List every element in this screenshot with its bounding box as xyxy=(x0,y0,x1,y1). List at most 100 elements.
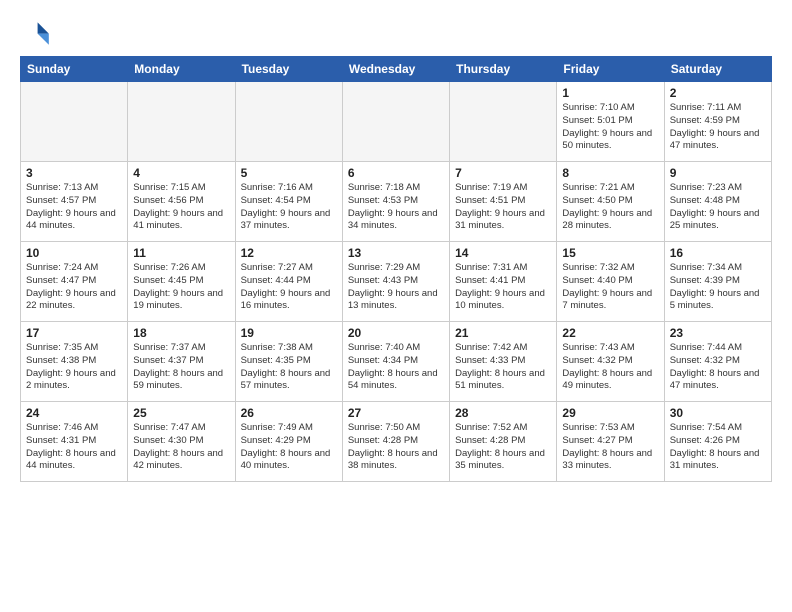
day-number: 28 xyxy=(455,406,551,420)
day-number: 29 xyxy=(562,406,658,420)
weekday-header: Monday xyxy=(128,57,235,82)
day-number: 6 xyxy=(348,166,444,180)
day-info: Sunrise: 7:42 AM Sunset: 4:33 PM Dayligh… xyxy=(455,342,551,393)
day-info: Sunrise: 7:43 AM Sunset: 4:32 PM Dayligh… xyxy=(562,342,658,393)
day-number: 16 xyxy=(670,246,766,260)
day-number: 22 xyxy=(562,326,658,340)
calendar-cell: 20Sunrise: 7:40 AM Sunset: 4:34 PM Dayli… xyxy=(342,322,449,402)
day-number: 27 xyxy=(348,406,444,420)
day-number: 13 xyxy=(348,246,444,260)
calendar-cell: 14 Sunrise: 7:31 AM Sunset: 4:41 PM Dayli… xyxy=(450,242,557,322)
day-number: 4 xyxy=(133,166,229,180)
calendar-week-row: 17 Sunrise: 7:35 AM Sunset: 4:38 PM Dayli… xyxy=(21,322,772,402)
day-info: Sunrise: 7:44 AM Sunset: 4:32 PM Dayligh… xyxy=(670,342,766,393)
calendar-week-row: 1Sunrise: 7:10 AM Sunset: 5:01 PM Daylig… xyxy=(21,82,772,162)
logo-icon xyxy=(20,16,52,48)
day-info: Sunrise: 7:23 AM Sunset: 4:48 PM Dayligh… xyxy=(670,182,766,233)
day-info: Sunrise: 7:29 AM Sunset: 4:43 PM Dayligh… xyxy=(348,262,444,313)
day-info: Sunrise: 7:35 AM Sunset: 4:38 PM Dayligh… xyxy=(26,342,122,393)
calendar-cell: 27 Sunrise: 7:50 AM Sunset: 4:28 PM Dayli… xyxy=(342,402,449,482)
day-number: 5 xyxy=(241,166,337,180)
calendar-cell: 25 Sunrise: 7:47 AM Sunset: 4:30 PM Dayli… xyxy=(128,402,235,482)
day-number: 17 xyxy=(26,326,122,340)
day-number: 1 xyxy=(562,86,658,100)
day-number: 11 xyxy=(133,246,229,260)
day-info: Sunrise: 7:37 AM Sunset: 4:37 PM Dayligh… xyxy=(133,342,229,393)
day-info: Sunrise: 7:49 AM Sunset: 4:29 PM Dayligh… xyxy=(241,422,337,473)
calendar-week-row: 24Sunrise: 7:46 AM Sunset: 4:31 PM Dayli… xyxy=(21,402,772,482)
day-number: 23 xyxy=(670,326,766,340)
day-info: Sunrise: 7:47 AM Sunset: 4:30 PM Dayligh… xyxy=(133,422,229,473)
calendar-cell: 11 Sunrise: 7:26 AM Sunset: 4:45 PM Dayli… xyxy=(128,242,235,322)
calendar-cell: 18 Sunrise: 7:37 AM Sunset: 4:37 PM Dayli… xyxy=(128,322,235,402)
calendar-week-row: 3 Sunrise: 7:13 AM Sunset: 4:57 PM Daylig… xyxy=(21,162,772,242)
day-info: Sunrise: 7:40 AM Sunset: 4:34 PM Dayligh… xyxy=(348,342,444,393)
logo xyxy=(20,16,56,48)
calendar-cell: 10 Sunrise: 7:24 AM Sunset: 4:47 PM Dayli… xyxy=(21,242,128,322)
weekday-header: Friday xyxy=(557,57,664,82)
calendar-cell: 30Sunrise: 7:54 AM Sunset: 4:26 PM Dayli… xyxy=(664,402,771,482)
day-info: Sunrise: 7:16 AM Sunset: 4:54 PM Dayligh… xyxy=(241,182,337,233)
day-info: Sunrise: 7:53 AM Sunset: 4:27 PM Dayligh… xyxy=(562,422,658,473)
day-info: Sunrise: 7:24 AM Sunset: 4:47 PM Dayligh… xyxy=(26,262,122,313)
calendar-cell: 8 Sunrise: 7:21 AM Sunset: 4:50 PM Daylig… xyxy=(557,162,664,242)
day-number: 18 xyxy=(133,326,229,340)
calendar-cell xyxy=(235,82,342,162)
day-number: 9 xyxy=(670,166,766,180)
calendar-cell: 5 Sunrise: 7:16 AM Sunset: 4:54 PM Daylig… xyxy=(235,162,342,242)
calendar-cell: 3 Sunrise: 7:13 AM Sunset: 4:57 PM Daylig… xyxy=(21,162,128,242)
weekday-header: Sunday xyxy=(21,57,128,82)
calendar: SundayMondayTuesdayWednesdayThursdayFrid… xyxy=(20,56,772,482)
calendar-cell: 16 Sunrise: 7:34 AM Sunset: 4:39 PM Dayli… xyxy=(664,242,771,322)
weekday-header: Thursday xyxy=(450,57,557,82)
calendar-week-row: 10 Sunrise: 7:24 AM Sunset: 4:47 PM Dayli… xyxy=(21,242,772,322)
day-number: 10 xyxy=(26,246,122,260)
calendar-cell: 2 Sunrise: 7:11 AM Sunset: 4:59 PM Daylig… xyxy=(664,82,771,162)
calendar-cell xyxy=(21,82,128,162)
day-info: Sunrise: 7:52 AM Sunset: 4:28 PM Dayligh… xyxy=(455,422,551,473)
calendar-cell: 17 Sunrise: 7:35 AM Sunset: 4:38 PM Dayli… xyxy=(21,322,128,402)
calendar-cell: 21Sunrise: 7:42 AM Sunset: 4:33 PM Dayli… xyxy=(450,322,557,402)
day-info: Sunrise: 7:27 AM Sunset: 4:44 PM Dayligh… xyxy=(241,262,337,313)
day-number: 15 xyxy=(562,246,658,260)
day-info: Sunrise: 7:32 AM Sunset: 4:40 PM Dayligh… xyxy=(562,262,658,313)
calendar-header-row: SundayMondayTuesdayWednesdayThursdayFrid… xyxy=(21,57,772,82)
day-info: Sunrise: 7:21 AM Sunset: 4:50 PM Dayligh… xyxy=(562,182,658,233)
calendar-cell: 28 Sunrise: 7:52 AM Sunset: 4:28 PM Dayli… xyxy=(450,402,557,482)
calendar-cell xyxy=(128,82,235,162)
day-info: Sunrise: 7:38 AM Sunset: 4:35 PM Dayligh… xyxy=(241,342,337,393)
day-info: Sunrise: 7:13 AM Sunset: 4:57 PM Dayligh… xyxy=(26,182,122,233)
day-number: 26 xyxy=(241,406,337,420)
day-info: Sunrise: 7:11 AM Sunset: 4:59 PM Dayligh… xyxy=(670,102,766,153)
calendar-cell xyxy=(450,82,557,162)
calendar-cell: 9 Sunrise: 7:23 AM Sunset: 4:48 PM Daylig… xyxy=(664,162,771,242)
day-number: 3 xyxy=(26,166,122,180)
calendar-cell: 22 Sunrise: 7:43 AM Sunset: 4:32 PM Dayli… xyxy=(557,322,664,402)
day-number: 25 xyxy=(133,406,229,420)
weekday-header: Tuesday xyxy=(235,57,342,82)
day-info: Sunrise: 7:26 AM Sunset: 4:45 PM Dayligh… xyxy=(133,262,229,313)
calendar-cell: 23 Sunrise: 7:44 AM Sunset: 4:32 PM Dayli… xyxy=(664,322,771,402)
day-info: Sunrise: 7:15 AM Sunset: 4:56 PM Dayligh… xyxy=(133,182,229,233)
day-info: Sunrise: 7:18 AM Sunset: 4:53 PM Dayligh… xyxy=(348,182,444,233)
calendar-cell: 24Sunrise: 7:46 AM Sunset: 4:31 PM Dayli… xyxy=(21,402,128,482)
calendar-cell: 26 Sunrise: 7:49 AM Sunset: 4:29 PM Dayli… xyxy=(235,402,342,482)
calendar-cell: 19Sunrise: 7:38 AM Sunset: 4:35 PM Dayli… xyxy=(235,322,342,402)
calendar-cell: 4 Sunrise: 7:15 AM Sunset: 4:56 PM Daylig… xyxy=(128,162,235,242)
day-info: Sunrise: 7:50 AM Sunset: 4:28 PM Dayligh… xyxy=(348,422,444,473)
day-number: 14 xyxy=(455,246,551,260)
day-info: Sunrise: 7:34 AM Sunset: 4:39 PM Dayligh… xyxy=(670,262,766,313)
day-info: Sunrise: 7:54 AM Sunset: 4:26 PM Dayligh… xyxy=(670,422,766,473)
calendar-cell: 1Sunrise: 7:10 AM Sunset: 5:01 PM Daylig… xyxy=(557,82,664,162)
day-info: Sunrise: 7:46 AM Sunset: 4:31 PM Dayligh… xyxy=(26,422,122,473)
calendar-cell: 13 Sunrise: 7:29 AM Sunset: 4:43 PM Dayli… xyxy=(342,242,449,322)
day-info: Sunrise: 7:19 AM Sunset: 4:51 PM Dayligh… xyxy=(455,182,551,233)
day-number: 2 xyxy=(670,86,766,100)
day-number: 8 xyxy=(562,166,658,180)
header xyxy=(20,16,772,48)
weekday-header: Saturday xyxy=(664,57,771,82)
page-container: SundayMondayTuesdayWednesdayThursdayFrid… xyxy=(0,0,792,492)
day-number: 7 xyxy=(455,166,551,180)
day-info: Sunrise: 7:31 AM Sunset: 4:41 PM Dayligh… xyxy=(455,262,551,313)
calendar-cell: 29 Sunrise: 7:53 AM Sunset: 4:27 PM Dayli… xyxy=(557,402,664,482)
